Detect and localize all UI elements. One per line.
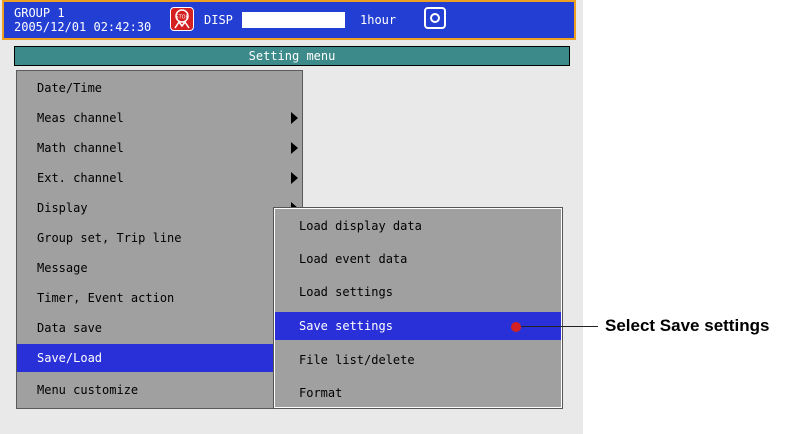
menu-item-save-load[interactable]: Save/Load [17, 344, 275, 372]
callout-marker [511, 322, 521, 332]
snapshot-icon [424, 7, 446, 29]
menu-item-display[interactable]: Display [17, 194, 302, 222]
menu-item-data-save[interactable]: Data save [17, 314, 302, 342]
callout-label: Select Save settings [605, 316, 770, 335]
page-title: Setting menu [14, 46, 570, 66]
menu-item-ext-channel[interactable]: Ext. channel [17, 164, 302, 192]
status-header: GROUP 1 2005/12/01 02:42:30 STOP DISP 1h… [2, 0, 576, 40]
menu-item-math-channel[interactable]: Math channel [17, 134, 302, 162]
menu-item-date-time[interactable]: Date/Time [17, 74, 302, 102]
recorder-screen: GROUP 1 2005/12/01 02:42:30 STOP DISP 1h… [0, 0, 583, 434]
menu-item-meas-channel[interactable]: Meas channel [17, 104, 302, 132]
group-label: GROUP 1 [14, 6, 65, 20]
submenu-item-file-list-delete[interactable]: File list/delete [275, 346, 561, 374]
submenu-item-load-display-data[interactable]: Load display data [275, 212, 561, 240]
save-load-submenu: Load display data Load event data Load s… [273, 207, 563, 409]
period-label: 1hour [360, 13, 397, 27]
submenu-item-load-event-data[interactable]: Load event data [275, 245, 561, 273]
menu-item-timer-event[interactable]: Timer, Event action [17, 284, 302, 312]
stop-icon: STOP [170, 7, 194, 31]
svg-text:STOP: STOP [175, 15, 188, 21]
disp-label: DISP [204, 13, 233, 27]
menu-item-label: Ext. channel [37, 171, 124, 185]
submenu-arrow-icon [291, 112, 298, 124]
menu-item-group-set[interactable]: Group set, Trip line [17, 224, 302, 252]
menu-item-label: Meas channel [37, 111, 124, 125]
menu-item-label: Math channel [37, 141, 124, 155]
menu-item-menu-customize[interactable]: Menu customize [17, 376, 302, 404]
menu-item-label: Display [37, 201, 88, 215]
callout-leader-line [521, 326, 598, 327]
submenu-arrow-icon [291, 142, 298, 154]
submenu-item-load-settings[interactable]: Load settings [275, 278, 561, 306]
setting-menu-list: Date/Time Meas channel Math channel Ext.… [16, 70, 303, 409]
submenu-arrow-icon [291, 172, 298, 184]
disp-bar [242, 12, 345, 28]
datetime-label: 2005/12/01 02:42:30 [14, 20, 152, 34]
submenu-item-format[interactable]: Format [275, 379, 561, 407]
menu-item-message[interactable]: Message [17, 254, 302, 282]
